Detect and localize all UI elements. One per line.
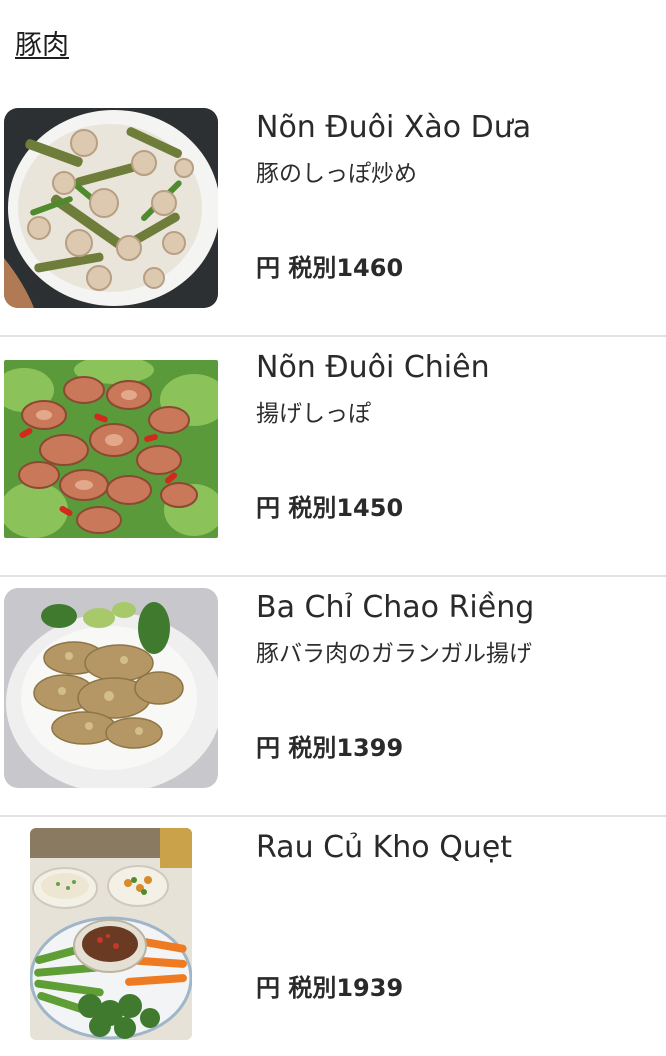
category-title[interactable]: 豚肉 (15, 28, 69, 64)
item-name: Rau Củ Kho Quẹt (256, 830, 513, 865)
item-price: 円 税別1939 (256, 974, 404, 1002)
item-subtitle: 豚バラ肉のガランガル揚げ (256, 641, 532, 667)
menu-list: Nõn Đuôi Xào Dưa 豚のしっぽ炒め 円 税別1460 Nõn Đu… (0, 96, 666, 1056)
item-name: Nõn Đuôi Xào Dưa (256, 110, 532, 145)
item-subtitle: 揚げしっぽ (256, 401, 371, 427)
item-price: 円 税別1460 (256, 254, 404, 282)
pork-belly-galangal-photo[interactable] (4, 588, 218, 788)
item-subtitle: 豚のしっぽ炒め (256, 161, 417, 187)
item-price: 円 税別1450 (256, 494, 404, 522)
menu-item[interactable]: Nõn Đuôi Chiên 揚げしっぽ 円 税別1450 (0, 336, 666, 577)
item-name: Nõn Đuôi Chiên (256, 350, 490, 385)
item-price: 円 税別1399 (256, 734, 404, 762)
menu-item[interactable]: Nõn Đuôi Xào Dưa 豚のしっぽ炒め 円 税別1460 (0, 96, 666, 337)
menu-item[interactable]: Ba Chỉ Chao Riềng 豚バラ肉のガランガル揚げ 円 税別1399 (0, 576, 666, 817)
stir-fried-pork-tail-photo[interactable] (4, 108, 218, 308)
fried-pork-tail-photo[interactable] (4, 360, 218, 538)
menu-item[interactable]: Rau Củ Kho Quẹt 円 税別1939 (0, 816, 666, 1056)
item-name: Ba Chỉ Chao Riềng (256, 590, 535, 625)
vegetables-dip-photo[interactable] (30, 828, 192, 1040)
